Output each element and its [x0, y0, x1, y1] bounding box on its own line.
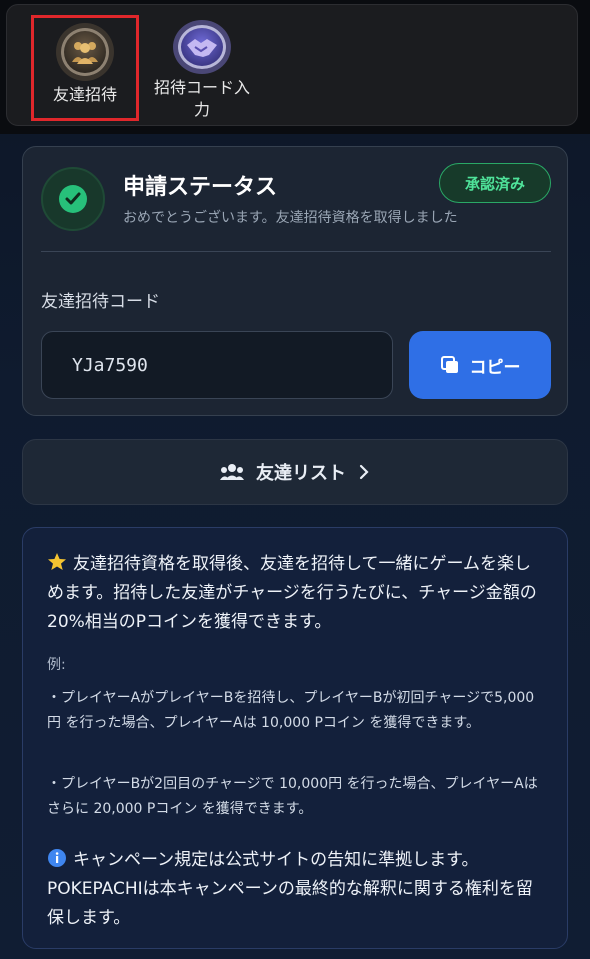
status-title: 申請ステータス [123, 175, 278, 200]
info-icon [48, 849, 66, 867]
tab-enter-invite-code[interactable]: 招待コード入力 [139, 15, 265, 121]
copy-button[interactable]: コピー [409, 331, 551, 399]
example-item-2: ・プレイヤーBが2回目のチャージで 10,000円 を行った場合、プレイヤーAは… [47, 776, 538, 817]
status-check-icon [41, 167, 105, 231]
tab-label: 招待コード入力 [139, 77, 265, 121]
invite-code-field[interactable]: YJa7590 [41, 331, 393, 399]
example-item-1: ・プレイヤーAがプレイヤーBを招待し、プレイヤーBが初回チャージで5,000円 … [47, 690, 535, 731]
tab-invite-friends[interactable]: 友達招待 [31, 15, 139, 121]
friend-list-label: 友達リスト [256, 463, 346, 484]
status-badge: 承認済み [439, 163, 551, 203]
copy-button-label: コピー [469, 357, 521, 378]
invite-code-label: 友達招待コード [41, 292, 160, 312]
campaign-notice: キャンペーン規定は公式サイトの告知に準拠します。POKEPACHIは本キャンペー… [47, 849, 533, 928]
copy-icon [440, 356, 458, 373]
tab-label: 友達招待 [52, 85, 117, 104]
application-status-card: 申請ステータス おめでとうございます。友達招待資格を取得しました 承認済み 友達… [22, 146, 568, 416]
divider [41, 251, 551, 252]
chevron-right-icon [359, 464, 369, 480]
friends-group-icon [61, 28, 109, 76]
example-label: 例: [47, 657, 66, 673]
users-icon [220, 464, 244, 480]
top-bar: 友達招待 招待コード入力 [0, 0, 590, 134]
star-icon [48, 553, 66, 570]
tab-panel: 友達招待 招待コード入力 [6, 4, 578, 126]
friend-list-button[interactable]: 友達リスト [22, 439, 568, 505]
handshake-icon [178, 25, 226, 69]
status-subtitle: おめでとうございます。友達招待資格を取得しました [123, 210, 458, 226]
campaign-description: 友達招待資格を取得後、友達を招待して一緒にゲームを楽しめます。招待した友達がチャ… [47, 553, 537, 632]
tab-label-text: 招待コード入力 [153, 78, 250, 119]
campaign-info-card: 友達招待資格を取得後、友達を招待して一緒にゲームを楽しめます。招待した友達がチャ… [22, 527, 568, 949]
